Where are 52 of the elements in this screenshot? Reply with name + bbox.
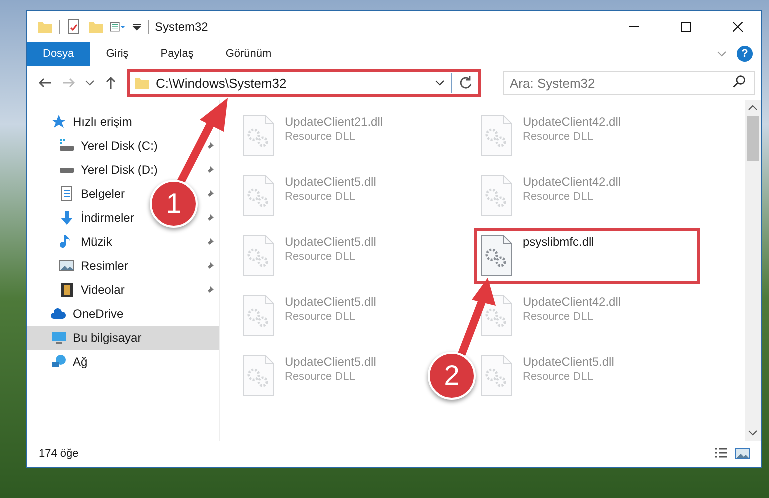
sidebar-label: Yerel Disk (C:)	[81, 139, 158, 153]
file-item[interactable]: psyslibmfc.dll	[474, 228, 700, 284]
sidebar-label: İndirmeler	[81, 211, 134, 225]
sidebar-item[interactable]: Resimler	[27, 254, 132, 278]
file-type: Resource DLL	[523, 371, 594, 383]
file-name: UpdateClient5.dll	[523, 355, 614, 369]
sidebar-item[interactable]: Müzik	[27, 230, 116, 254]
sidebar-label: Yerel Disk (D:)	[81, 163, 158, 177]
ribbon-tab[interactable]: Dosya	[27, 42, 90, 66]
sidebar-item[interactable]: OneDrive	[27, 302, 130, 326]
file-name: UpdateClient42.dll	[523, 115, 622, 129]
file-type: Resource DLL	[285, 251, 356, 263]
sidebar-item[interactable]: İndirmeler	[27, 206, 138, 230]
file-name: UpdateClient21.dll	[285, 115, 384, 129]
file-type: Resource DLL	[523, 131, 594, 143]
sidebar-item[interactable]: Belgeler	[27, 182, 130, 206]
file-name: psyslibmfc.dll	[523, 235, 594, 249]
sidebar-item[interactable]: Hızlı erişim	[27, 110, 138, 134]
file-type: Resource DLL	[523, 311, 594, 323]
sidebar-item[interactable]: Ağ	[27, 350, 94, 374]
ribbon-tab[interactable]: Giriş	[90, 42, 145, 66]
sidebar-label: Hızlı erişim	[73, 115, 132, 129]
sidebar-label: Müzik	[81, 235, 112, 249]
sidebar-label: Ağ	[73, 355, 88, 369]
file-type: Resource DLL	[285, 131, 356, 143]
sidebar-item[interactable]: Yerel Disk (D:)	[27, 158, 162, 182]
file-name: UpdateClient42.dll	[523, 175, 622, 189]
help-button[interactable]: ?	[737, 46, 753, 62]
file-type: Resource DLL	[285, 191, 356, 203]
item-count: 174 öğe	[39, 448, 79, 460]
sidebar-item[interactable]: Videolar	[27, 278, 129, 302]
file-name: UpdateClient5.dll	[285, 355, 376, 369]
sidebar-label: Belgeler	[81, 187, 126, 201]
file-type: Resource DLL	[285, 311, 356, 323]
file-type: Resource DLL	[285, 371, 356, 383]
search-field[interactable]: Ara: System32	[503, 71, 755, 95]
ribbon-tab[interactable]: Paylaş	[144, 42, 210, 66]
window-title: System32	[155, 20, 208, 34]
sidebar-label: Videolar	[81, 283, 125, 297]
file-name: UpdateClient5.dll	[285, 235, 376, 249]
address-path: C:\Windows\System32	[156, 76, 287, 90]
ribbon-tab[interactable]: Görünüm	[210, 42, 288, 66]
sidebar-item[interactable]: Bu bilgisayar	[27, 326, 219, 350]
file-name: UpdateClient5.dll	[285, 295, 376, 309]
sidebar-label: OneDrive	[73, 307, 124, 321]
sidebar-label: Resimler	[81, 259, 128, 273]
address-bar[interactable]: C:\Windows\System32	[127, 69, 481, 97]
file-type: Resource DLL	[523, 191, 594, 203]
file-name: UpdateClient5.dll	[285, 175, 376, 189]
sidebar-label: Bu bilgisayar	[73, 331, 142, 345]
sidebar-item[interactable]: Yerel Disk (C:)	[27, 134, 162, 158]
file-name: UpdateClient42.dll	[523, 295, 622, 309]
